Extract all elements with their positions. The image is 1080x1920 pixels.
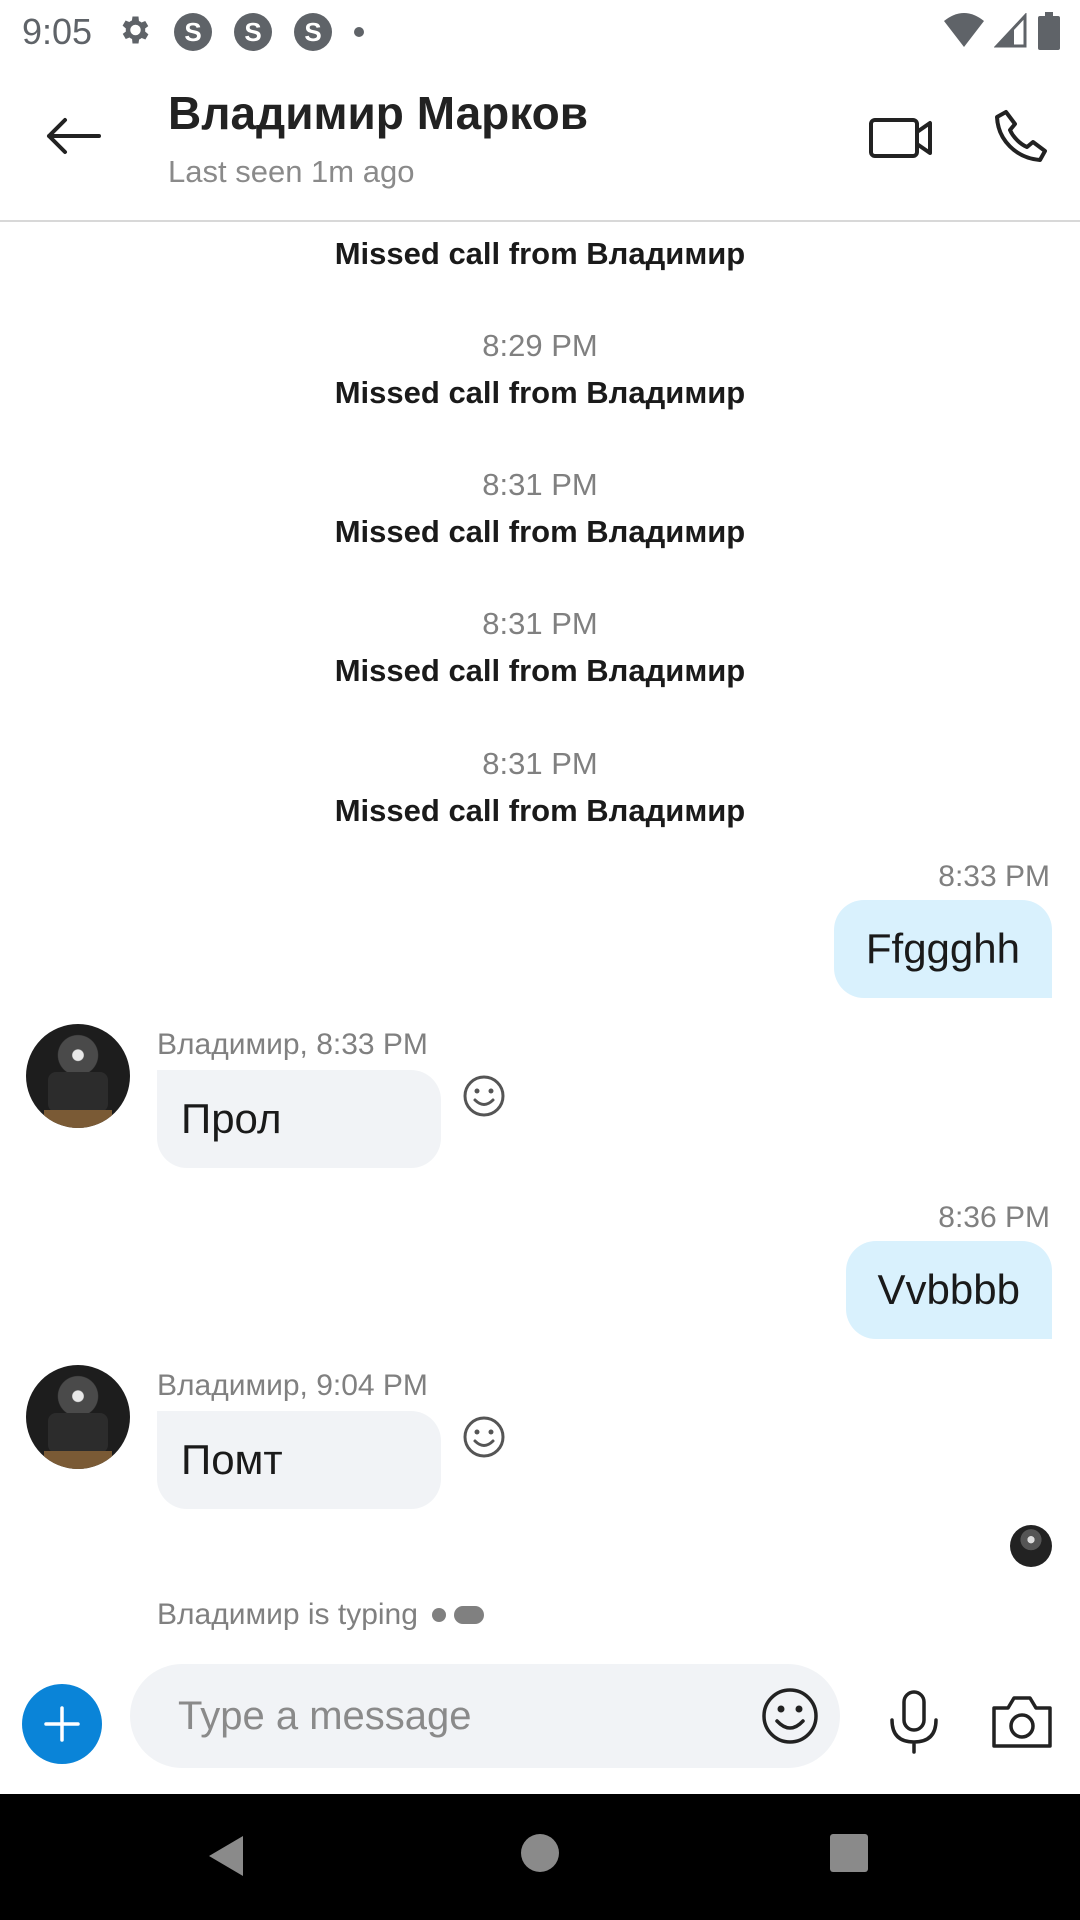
- camera-icon: [992, 1696, 1052, 1748]
- read-receipt-avatar: [1010, 1525, 1052, 1567]
- back-arrow-icon: [47, 118, 101, 154]
- sender-timestamp: Владимир, 8:33 PM: [157, 1028, 428, 1061]
- last-seen-status: Last seen 1m ago: [168, 154, 415, 189]
- missed-call-notice: Missed call from Владимир: [334, 236, 746, 271]
- smiley-icon: [463, 1416, 505, 1458]
- outgoing-timestamp: 8:36 PM: [938, 1201, 1050, 1234]
- contact-name[interactable]: Владимир Марков: [168, 86, 588, 140]
- missed-call-notice: Missed call from Владимир: [334, 514, 746, 549]
- message-text: Vvbbbb: [877, 1266, 1020, 1313]
- skype-icon: S: [174, 13, 213, 51]
- reaction-button[interactable]: [462, 1074, 506, 1118]
- message-text: Помт: [181, 1436, 283, 1483]
- status-bar: 9:05 S S S: [0, 0, 1080, 64]
- system-timestamp: 8:31 PM: [482, 606, 598, 641]
- emoji-button[interactable]: [760, 1686, 820, 1746]
- nav-recents-button[interactable]: [830, 1834, 868, 1872]
- video-call-button[interactable]: [868, 112, 938, 162]
- missed-call-notice: Missed call from Владимир: [334, 653, 746, 688]
- reaction-button[interactable]: [462, 1415, 506, 1459]
- emoji-icon: [762, 1688, 818, 1744]
- add-button[interactable]: [22, 1684, 102, 1764]
- incoming-message-bubble[interactable]: Помт: [157, 1411, 441, 1509]
- system-navigation-bar: [0, 1794, 1080, 1920]
- add-icon: [44, 1706, 80, 1742]
- battery-icon: [1038, 12, 1060, 55]
- missed-call-notice: Missed call from Владимир: [334, 375, 746, 410]
- video-call-icon: [869, 118, 932, 158]
- skype-icon: S: [234, 13, 273, 51]
- skype-icon: S: [294, 13, 333, 51]
- voice-call-button[interactable]: [992, 108, 1050, 166]
- avatar[interactable]: [26, 1024, 130, 1128]
- message-text: Ffggghh: [865, 925, 1020, 972]
- camera-button[interactable]: [990, 1694, 1054, 1750]
- nav-home-button[interactable]: [521, 1834, 559, 1872]
- smiley-icon: [463, 1075, 505, 1117]
- chat-header: Владимир Марков Last seen 1m ago: [0, 64, 1080, 222]
- microphone-button[interactable]: [886, 1690, 942, 1754]
- wifi-icon: [944, 13, 984, 54]
- microphone-icon: [890, 1690, 938, 1754]
- outgoing-message-bubble[interactable]: Ffggghh: [833, 900, 1052, 998]
- status-time: 9:05: [22, 11, 93, 52]
- notification-dot-icon: [354, 27, 365, 37]
- incoming-message-bubble[interactable]: Прол: [157, 1070, 441, 1168]
- nav-back-button[interactable]: [205, 1834, 245, 1883]
- typing-text: Владимир is typing: [157, 1598, 418, 1631]
- triangle-back-icon: [209, 1836, 243, 1876]
- sender-timestamp: Владимир, 9:04 PM: [157, 1369, 428, 1402]
- phone-icon: [995, 110, 1047, 162]
- signal-icon: [993, 12, 1028, 54]
- message-text: Прол: [181, 1095, 282, 1142]
- message-input[interactable]: [178, 1664, 738, 1768]
- system-timestamp: 8:31 PM: [482, 467, 598, 502]
- settings-icon: [116, 12, 152, 53]
- typing-indicator: Владимир is typing: [157, 1598, 484, 1632]
- avatar[interactable]: [26, 1365, 130, 1469]
- message-input-container: [130, 1664, 840, 1768]
- system-timestamp: 8:29 PM: [482, 328, 598, 363]
- missed-call-notice: Missed call from Владимир: [334, 793, 746, 828]
- outgoing-message-bubble[interactable]: Vvbbbb: [845, 1241, 1052, 1339]
- typing-dots-icon: [431, 1606, 484, 1624]
- system-timestamp: 8:31 PM: [482, 746, 598, 781]
- back-button[interactable]: [36, 106, 110, 166]
- outgoing-timestamp: 8:33 PM: [938, 860, 1050, 893]
